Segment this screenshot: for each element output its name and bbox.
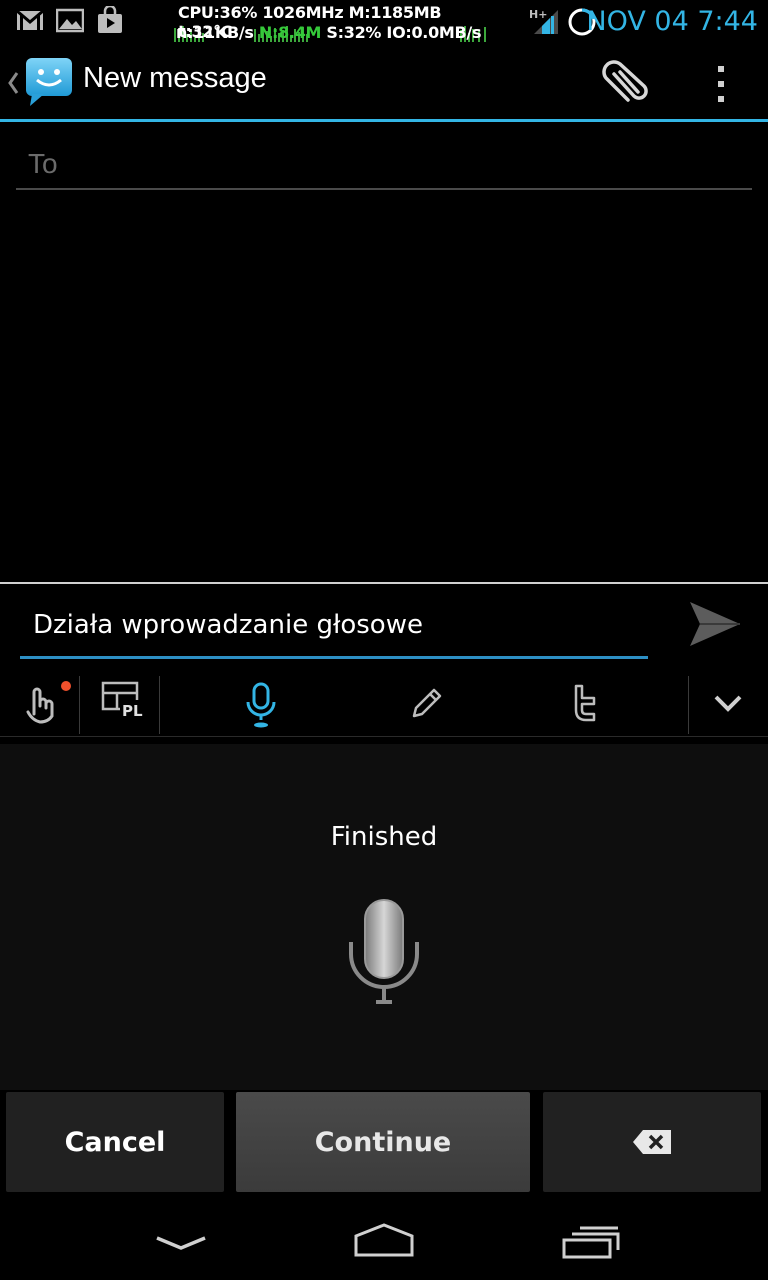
gesture-icon[interactable] [20, 680, 78, 728]
voice-status-label: Finished [330, 822, 438, 852]
messaging-app-icon[interactable] [22, 56, 76, 108]
signal-strength-icon: H+ [529, 8, 558, 34]
gallery-icon [56, 8, 84, 33]
voice-microphone-icon[interactable] [340, 896, 428, 1008]
send-icon[interactable] [686, 598, 744, 650]
layout-badge: PL [122, 702, 143, 720]
attach-icon[interactable] [600, 58, 654, 106]
network-io-readout: n:11KB/s N:8.4M S:32% IO:0.0MB/s [176, 23, 482, 42]
compose-divider [0, 582, 768, 584]
hide-keyboard-icon[interactable] [154, 1232, 208, 1254]
home-icon[interactable] [352, 1222, 416, 1258]
system-info-overlay: CPU:36% 1026MHz M:1185MB t:32°C n:11KB/s… [174, 2, 494, 42]
recent-apps-icon[interactable] [560, 1224, 622, 1260]
status-bar: CPU:36% 1026MHz M:1185MB t:32°C n:11KB/s… [0, 0, 768, 44]
backspace-icon [633, 1130, 671, 1154]
play-store-icon [98, 6, 122, 33]
toolbar-divider [688, 676, 689, 734]
microphone-icon[interactable] [240, 680, 282, 730]
recipient-field[interactable]: To [16, 140, 752, 190]
continue-button[interactable]: Continue [236, 1092, 530, 1192]
message-input[interactable]: Działa wprowadzanie głosowe [20, 600, 648, 659]
cancel-button[interactable]: Cancel [6, 1092, 224, 1192]
status-clock: NOV 04 7:44 [586, 6, 758, 37]
layout-pl-icon[interactable]: PL [100, 680, 144, 720]
delete-button[interactable] [543, 1092, 761, 1192]
chevron-down-icon[interactable] [712, 690, 744, 716]
gmail-icon [16, 9, 44, 30]
action-bar-divider [0, 119, 768, 122]
message-text: Działa wprowadzanie głosowe [33, 610, 423, 640]
back-caret-icon[interactable] [6, 70, 20, 96]
toolbar-divider [79, 676, 80, 734]
toolbar-divider [159, 676, 160, 734]
twitter-icon[interactable] [566, 682, 602, 726]
page-title: New message [83, 62, 267, 94]
overflow-menu-icon[interactable] [708, 62, 734, 106]
recipient-placeholder: To [28, 148, 58, 179]
pencil-icon[interactable] [406, 684, 446, 724]
network-type-label: H+ [529, 8, 547, 21]
